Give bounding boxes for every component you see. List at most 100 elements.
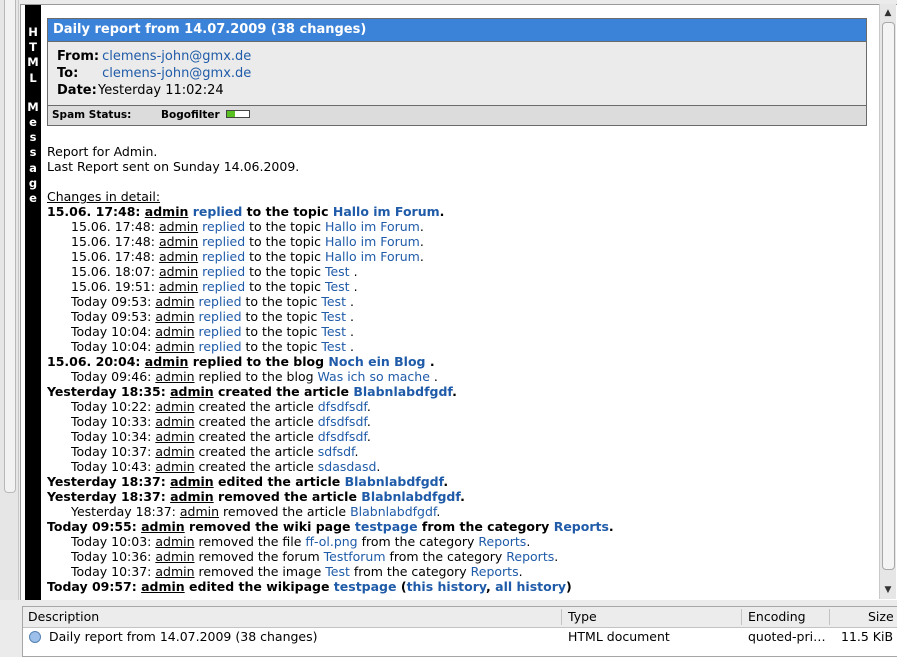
- change-subentry: Today 10:22: admin created the article d…: [47, 399, 867, 414]
- change-link[interactable]: Blabnlabdfgdf: [361, 489, 460, 504]
- user-name: admin: [155, 369, 195, 384]
- change-text: removed the image: [194, 564, 326, 579]
- change-link[interactable]: Hallo im Forum: [333, 204, 440, 219]
- change-text: 15.06. 17:48:: [71, 219, 159, 234]
- left-scrollbar[interactable]: [0, 0, 19, 600]
- change-subentry: Today 10:34: admin created the article d…: [47, 429, 867, 444]
- strip-letter: M: [27, 55, 39, 70]
- change-link[interactable]: Reports: [478, 534, 526, 549]
- change-link[interactable]: testpage: [334, 579, 397, 594]
- change-link[interactable]: replied: [193, 204, 243, 219]
- change-link[interactable]: Was ich so mache: [318, 369, 430, 384]
- scrollbar-thumb[interactable]: [882, 22, 895, 570]
- user-name: admin: [170, 474, 214, 489]
- change-text: removed the forum: [194, 549, 324, 564]
- scroll-up-arrow-icon[interactable]: ▲: [880, 6, 896, 20]
- change-text: removed the wiki page: [184, 519, 355, 534]
- change-link[interactable]: Testforum: [324, 549, 386, 564]
- change-link[interactable]: Test: [325, 264, 350, 279]
- change-text: .: [349, 279, 358, 294]
- from-label: From:: [57, 49, 100, 64]
- change-text: .: [419, 234, 424, 249]
- change-text: Today 09:57:: [47, 579, 142, 594]
- change-text: .: [518, 564, 523, 579]
- message-scrollbar[interactable]: ▲ ▼: [879, 4, 896, 599]
- change-link[interactable]: replied: [202, 234, 245, 249]
- change-link[interactable]: Test: [321, 309, 346, 324]
- user-name: admin: [155, 294, 195, 309]
- change-link[interactable]: replied: [202, 279, 245, 294]
- change-link[interactable]: Test: [325, 279, 350, 294]
- change-text: .: [419, 249, 424, 264]
- change-link[interactable]: replied: [199, 324, 242, 339]
- change-text: removed the file: [194, 534, 306, 549]
- column-size[interactable]: Size: [868, 607, 894, 627]
- change-subentry: 15.06. 17:48: admin replied to the topic…: [47, 249, 867, 264]
- change-link[interactable]: Reports: [506, 549, 554, 564]
- change-link[interactable]: Hallo im Forum: [325, 234, 420, 249]
- change-link[interactable]: dfsdfsdf: [318, 429, 367, 444]
- change-text: to the topic: [242, 204, 333, 219]
- change-text: created the article: [194, 444, 318, 459]
- change-entry: Today 09:57: admin edited the wikipage t…: [47, 579, 867, 594]
- attachment-row[interactable]: Daily report from 14.07.2009 (38 changes…: [23, 628, 897, 646]
- change-link[interactable]: replied: [199, 294, 242, 309]
- header-fields: From: clemens-john@gmx.de To: clemens-jo…: [48, 42, 866, 106]
- change-text: .: [526, 534, 531, 549]
- change-text: Today 10:37:: [71, 564, 156, 579]
- change-link[interactable]: sdfsdf: [318, 444, 355, 459]
- change-text: .: [419, 219, 424, 234]
- user-name: admin: [170, 489, 214, 504]
- change-text: Yesterday 18:37:: [47, 489, 171, 504]
- change-text: to the topic: [241, 309, 322, 324]
- change-text: created the article: [194, 414, 318, 429]
- to-address-link[interactable]: clemens-john@gmx.de: [102, 66, 251, 81]
- spam-meter-fill: [227, 111, 236, 117]
- change-link[interactable]: replied: [199, 309, 242, 324]
- change-text: 15.06. 18:07:: [71, 264, 159, 279]
- change-link[interactable]: replied: [202, 264, 245, 279]
- scroll-down-arrow-icon[interactable]: ▼: [880, 583, 896, 597]
- change-subentry: Today 10:04: admin replied to the topic …: [47, 324, 867, 339]
- user-name: admin: [155, 534, 195, 549]
- column-encoding[interactable]: Encoding: [748, 607, 806, 627]
- left-scrollbar-thumb[interactable]: [4, 0, 16, 493]
- change-link[interactable]: dfsdfsdf: [318, 414, 367, 429]
- change-subentry: 15.06. 17:48: admin replied to the topic…: [47, 219, 867, 234]
- change-text: from the category: [417, 519, 554, 534]
- change-text: 15.06. 20:04:: [47, 354, 145, 369]
- strip-letter: M: [27, 99, 39, 114]
- change-link[interactable]: Test: [325, 564, 350, 579]
- change-link[interactable]: Test: [321, 294, 346, 309]
- change-link[interactable]: dfsdfsdf: [318, 399, 367, 414]
- change-link[interactable]: Test: [321, 324, 346, 339]
- change-link[interactable]: Blabnlabdfgdf: [345, 474, 444, 489]
- change-link[interactable]: this history: [407, 579, 486, 594]
- user-name: admin: [155, 339, 195, 354]
- change-link[interactable]: replied: [199, 339, 242, 354]
- change-text: .: [443, 474, 449, 489]
- user-name: admin: [155, 324, 195, 339]
- change-link[interactable]: Hallo im Forum: [325, 219, 420, 234]
- change-text: .: [460, 489, 465, 504]
- change-text: 15.06. 19:51:: [71, 279, 159, 294]
- change-link[interactable]: testpage: [355, 519, 418, 534]
- user-name: admin: [158, 279, 199, 294]
- change-link[interactable]: Noch ein Blog: [328, 354, 425, 369]
- change-link[interactable]: all history: [495, 579, 566, 594]
- change-link[interactable]: Reports: [554, 519, 609, 534]
- change-link[interactable]: replied: [202, 249, 245, 264]
- change-link[interactable]: Test: [321, 339, 346, 354]
- change-link[interactable]: Blabnlabdfgdf: [353, 384, 452, 399]
- change-text: .: [376, 459, 381, 474]
- from-address-link[interactable]: clemens-john@gmx.de: [102, 49, 251, 64]
- change-link[interactable]: ff-ol.png: [305, 534, 357, 549]
- change-link[interactable]: Hallo im Forum: [325, 249, 420, 264]
- column-type[interactable]: Type: [568, 607, 597, 627]
- change-text: to the topic: [245, 279, 325, 294]
- change-link[interactable]: sdasdasd: [318, 459, 377, 474]
- change-link[interactable]: Blabnlabdfgdf: [350, 504, 436, 519]
- change-link[interactable]: Reports: [471, 564, 519, 579]
- column-description[interactable]: Description: [28, 607, 99, 627]
- change-link[interactable]: replied: [202, 219, 245, 234]
